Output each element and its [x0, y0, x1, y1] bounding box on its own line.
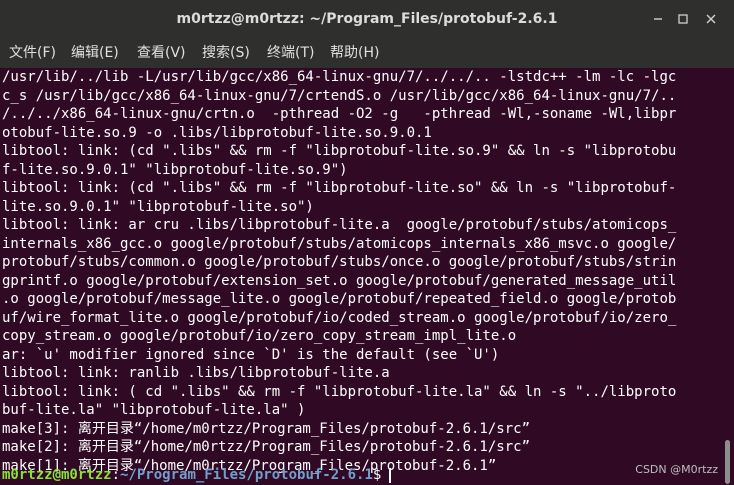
- terminal-line: internals_x86_gcc.o google/protobuf/stub…: [2, 235, 677, 252]
- menu-terminal[interactable]: 终端(T): [267, 38, 314, 68]
- minimize-icon[interactable]: [648, 9, 668, 29]
- prompt-symbol: $: [372, 467, 382, 483]
- watermark: CSDN @M0rtzz: [635, 463, 718, 476]
- terminal-line: libtool: link: (cd ".libs" && rm -f "lib…: [2, 180, 677, 196]
- terminal-line: libtool: link: ranlib .libs/libprotobuf-…: [2, 365, 390, 381]
- scrollbar-thumb[interactable]: [725, 440, 730, 484]
- terminal-line: ar: `u' modifier ignored since `D' is th…: [2, 346, 500, 363]
- terminal-line: libtool: link: ar cru .libs/libprotobuf-…: [2, 217, 677, 233]
- prompt-separator: :: [111, 467, 121, 483]
- window-title: m0rtzz@m0rtzz: ~/Program_Files/protobuf-…: [176, 11, 558, 27]
- close-icon[interactable]: [701, 9, 721, 29]
- terminal-line: buf-lite.la" "libprotobuf-lite.la" ): [2, 402, 306, 418]
- terminal-line: /usr/lib/../lib -L/usr/lib/gcc/x86_64-li…: [2, 69, 677, 85]
- prompt-user-host: m0rtzz@m0rtzz: [2, 467, 112, 483]
- terminal-line: make[2]: 离开目录“/home/m0rtzz/Program_Files…: [2, 439, 531, 455]
- menu-search[interactable]: 搜索(S): [202, 38, 250, 68]
- terminal-line: .o google/protobuf/message_lite.o google…: [2, 291, 677, 307]
- shell-prompt: m0rtzz@m0rtzz:~/Program_Files/protobuf-2…: [2, 466, 391, 485]
- text-cursor: [389, 467, 391, 483]
- menu-help[interactable]: 帮助(H): [330, 38, 379, 68]
- terminal-line: otobuf-lite.so.9 -o .libs/libprotobuf-li…: [2, 124, 432, 141]
- terminal-line: protobuf/stubs/common.o google/protobuf/…: [2, 254, 677, 270]
- terminal-line: gprintf.o google/protobuf/extension_set.…: [2, 272, 677, 289]
- title-bar: m0rtzz@m0rtzz: ~/Program_Files/protobuf-…: [0, 0, 734, 38]
- terminal-output[interactable]: /usr/lib/../lib -L/usr/lib/gcc/x86_64-li…: [0, 68, 721, 484]
- menu-file[interactable]: 文件(F): [9, 38, 56, 68]
- terminal-line: /../../x86_64-linux-gnu/crtn.o -pthread …: [2, 106, 677, 122]
- terminal-line: c_s /usr/lib/gcc/x86_64-linux-gnu/7/crte…: [2, 87, 677, 104]
- terminal-line: f-lite.so.9.0.1" "libprotobuf-lite.so.9"…: [2, 161, 348, 178]
- terminal-line: make[3]: 离开目录“/home/m0rtzz/Program_Files…: [2, 420, 531, 437]
- terminal-line: uf/wire_format_lite.o google/protobuf/io…: [2, 309, 677, 326]
- terminal-line: libtool: link: (cd ".libs" && rm -f "lib…: [2, 143, 677, 159]
- terminal-line: libtool: link: ( cd ".libs" && rm -f "li…: [2, 383, 677, 400]
- menu-bar: 文件(F) 编辑(E) 查看(V) 搜索(S) 终端(T) 帮助(H): [0, 38, 734, 68]
- terminal-line: copy_stream.o google/protobuf/io/zero_co…: [2, 328, 517, 344]
- menu-edit[interactable]: 编辑(E): [71, 38, 119, 68]
- terminal-line: lite.so.9.0.1" "libprotobuf-lite.so"): [2, 198, 314, 215]
- prompt-path: ~/Program_Files/protobuf-2.6.1: [120, 467, 373, 483]
- menu-view[interactable]: 查看(V): [137, 38, 186, 68]
- scrollbar[interactable]: [721, 68, 734, 484]
- maximize-icon[interactable]: [673, 9, 693, 29]
